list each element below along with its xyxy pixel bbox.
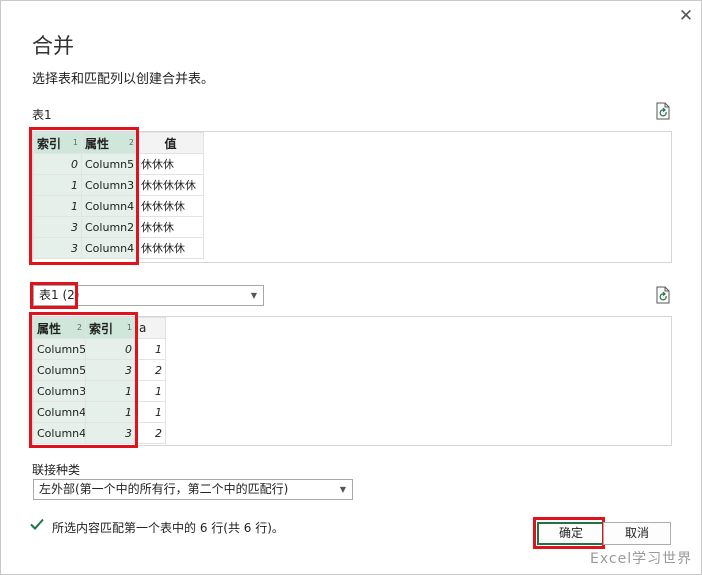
table-row: 1 Column3 休休休休休 [33,174,204,196]
watermark: Excel学习世界 [590,551,693,567]
table-row: Column4 1 1 [33,401,166,423]
table1-label: 表1 [32,108,52,122]
table2-grid: 属性 2 索引 1 a Column5 0 1 Column5 3 2 Column3 1 1 … [33,317,166,444]
table-row: Column4 3 2 [33,422,166,444]
refresh-file-icon[interactable] [655,102,671,120]
table2-selector[interactable]: 表1 (2) ▼ [33,285,264,306]
table1-header-index[interactable]: 索引 1 [33,132,82,154]
table-row: Column5 3 2 [33,359,166,381]
dialog-title: 合并 [32,34,74,58]
table-row: 3 Column2 休休休 [33,216,204,238]
table-row: Column5 0 1 [33,338,166,360]
table1-header-attribute[interactable]: 属性 2 [81,132,138,154]
close-icon[interactable]: ✕ [675,5,697,27]
chevron-down-icon: ▼ [250,291,257,300]
join-kind-select[interactable]: 左外部(第一个中的所有行，第二个中的匹配行) ▼ [33,479,353,500]
table2-header-index[interactable]: 索引 1 [85,317,136,339]
table-row: 3 Column4 休休休休 [33,237,204,259]
table1-grid: 索引 1 属性 2 值 0 Column5 休休休 1 Column3 休休休休休 1 Col… [33,132,204,259]
table-row: 1 Column4 休休休休 [33,195,204,217]
table2-header-attribute[interactable]: 属性 2 [33,317,86,339]
chevron-down-icon: ▼ [339,485,346,494]
ok-button[interactable]: 确定 [537,522,605,545]
match-status-text: 所选内容匹配第一个表中的 6 行(共 6 行)。 [52,521,284,535]
table-row: 0 Column5 休休休 [33,153,204,175]
merge-dialog: ✕ 合并 选择表和匹配列以创建合并表。 表1 索引 1 属性 2 值 0 Column… [0,0,702,575]
join-kind-label: 联接种类 [32,463,81,477]
cancel-button[interactable]: 取消 [603,522,671,545]
checkmark-icon [30,518,44,530]
table2-header-a[interactable]: a [135,317,166,339]
table1-header-value[interactable]: 值 [137,132,204,154]
dialog-subtitle: 选择表和匹配列以创建合并表。 [32,72,215,87]
refresh-file-icon[interactable] [655,286,671,304]
table-row: Column3 1 1 [33,380,166,402]
